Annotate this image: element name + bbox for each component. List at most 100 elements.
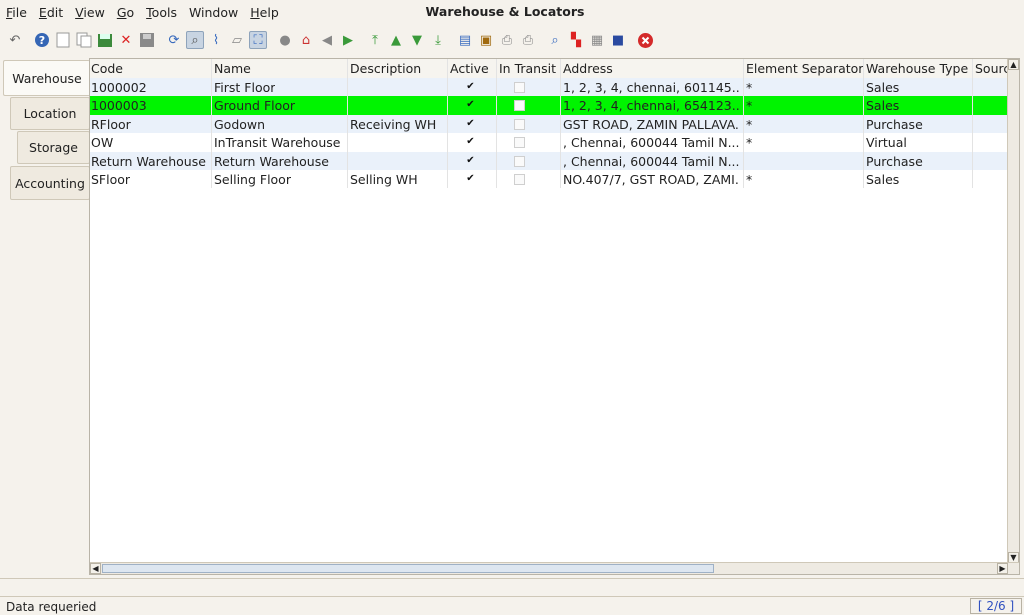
menu-window[interactable]: Window xyxy=(189,5,238,20)
col-element-separator-header[interactable]: Element Separator xyxy=(746,61,863,76)
table-row[interactable]: 1000003 Ground Floor 1, 2, 3, 4, chennai, … xyxy=(90,96,1008,115)
archive-icon[interactable]: ▣ xyxy=(477,31,495,49)
new-record-icon[interactable] xyxy=(54,31,72,49)
col-address-cell[interactable]: , Chennai, 600044 Tamil N... xyxy=(563,154,739,169)
record-counter[interactable]: [ 2/6 ] xyxy=(970,598,1022,614)
menu-go[interactable]: Go xyxy=(117,5,134,20)
col-warehouse-type-cell[interactable]: Purchase xyxy=(866,154,923,169)
col-address-cell[interactable]: GST ROAD, ZAMIN PALLAVA... xyxy=(563,117,739,132)
menu-help[interactable]: Help xyxy=(250,5,279,20)
undo-icon[interactable]: ↶ xyxy=(6,31,24,49)
col-address-cell[interactable]: , Chennai, 600044 Tamil N... xyxy=(563,135,739,150)
col-name-cell[interactable]: Godown xyxy=(214,117,265,132)
col-code-cell[interactable]: 1000003 xyxy=(91,98,147,113)
refresh-icon[interactable]: ⟳ xyxy=(165,31,183,49)
help-icon[interactable]: ? xyxy=(33,31,51,49)
menu-file[interactable]: File xyxy=(6,5,27,20)
col-code-cell[interactable]: OW xyxy=(91,135,113,150)
col-name-cell[interactable]: Selling Floor xyxy=(214,172,291,187)
col-code-cell[interactable]: RFloor xyxy=(91,117,131,132)
col-warehouse-type-cell[interactable]: Virtual xyxy=(866,135,907,150)
col-in-transit-header[interactable]: In Transit xyxy=(499,61,556,76)
col-description-header[interactable]: Description xyxy=(350,61,421,76)
next-record-icon[interactable]: ▼ xyxy=(408,31,426,49)
vertical-scrollbar[interactable]: ▲ ▼ xyxy=(1007,59,1019,563)
col-warehouse-type-cell[interactable]: Sales xyxy=(866,172,899,187)
copy-record-icon[interactable] xyxy=(75,31,93,49)
col-element-separator-cell[interactable]: * xyxy=(746,135,752,150)
grid-toggle-icon[interactable]: ⛶ xyxy=(249,31,267,49)
col-in-transit-checkbox[interactable] xyxy=(514,174,525,185)
delete-icon[interactable]: ✕ xyxy=(117,31,135,49)
table-row[interactable]: 1000002 First Floor 1, 2, 3, 4, chennai, 6… xyxy=(90,78,1008,97)
col-name-cell[interactable]: Ground Floor xyxy=(214,98,295,113)
forward-icon[interactable]: ▶ xyxy=(339,31,357,49)
col-active-checkbox[interactable]: ✔ xyxy=(465,118,476,130)
tab-storage[interactable]: Storage xyxy=(17,131,90,164)
col-address-cell[interactable]: 1, 2, 3, 4, chennai, 601145... xyxy=(563,80,739,95)
col-code-cell[interactable]: Return Warehouse xyxy=(91,154,206,169)
col-element-separator-cell[interactable]: * xyxy=(746,98,752,113)
tab-location[interactable]: Location xyxy=(10,97,90,130)
report-icon[interactable]: ▤ xyxy=(456,31,474,49)
col-in-transit-checkbox[interactable] xyxy=(514,118,525,130)
col-in-transit-checkbox[interactable] xyxy=(514,100,525,112)
chat-icon[interactable]: ▱ xyxy=(228,31,246,49)
request-icon[interactable]: ▦ xyxy=(588,31,606,49)
menu-edit[interactable]: Edit xyxy=(39,5,63,20)
scroll-right-icon[interactable]: ▶ xyxy=(997,563,1008,574)
col-active-checkbox[interactable]: ✔ xyxy=(465,174,476,185)
print-preview-icon[interactable]: ⎙ xyxy=(498,31,516,49)
col-address-cell[interactable]: NO.407/7, GST ROAD, ZAMI... xyxy=(563,172,739,187)
col-element-separator-cell[interactable]: * xyxy=(746,172,752,187)
horizontal-scrollbar[interactable]: ◀ ▶ xyxy=(90,562,1019,574)
previous-record-icon[interactable]: ▲ xyxy=(387,31,405,49)
home-icon[interactable]: ⌂ xyxy=(297,31,315,49)
print-icon[interactable]: ⎙ xyxy=(519,31,537,49)
scroll-up-icon[interactable]: ▲ xyxy=(1008,59,1019,70)
col-description-cell[interactable]: Receiving WH xyxy=(350,117,436,132)
col-active-checkbox[interactable]: ✔ xyxy=(465,155,476,167)
table-row[interactable]: Return Warehouse Return Warehouse , Chenna… xyxy=(90,151,1008,171)
col-active-checkbox[interactable]: ✔ xyxy=(465,137,476,148)
last-record-icon[interactable]: ⤓ xyxy=(429,31,447,49)
history-icon[interactable]: ● xyxy=(276,31,294,49)
tab-warehouse[interactable]: Warehouse xyxy=(3,60,90,96)
col-warehouse-type-header[interactable]: Warehouse Type xyxy=(866,61,968,76)
col-address-header[interactable]: Address xyxy=(563,61,613,76)
save-icon[interactable] xyxy=(138,31,156,49)
menu-view[interactable]: View xyxy=(75,5,105,20)
col-element-separator-cell[interactable]: * xyxy=(746,117,752,132)
col-in-transit-checkbox[interactable] xyxy=(514,82,525,93)
attachment-icon[interactable]: ⌇ xyxy=(207,31,225,49)
table-row[interactable]: RFloor Godown Receiving WH GST ROAD, ZAMIN … xyxy=(90,114,1008,134)
col-code-header[interactable]: Code xyxy=(91,61,123,76)
zoom-across-icon[interactable]: ⌕ xyxy=(546,31,564,49)
scroll-left-icon[interactable]: ◀ xyxy=(90,563,101,574)
col-code-cell[interactable]: SFloor xyxy=(91,172,130,187)
col-in-transit-checkbox[interactable] xyxy=(514,155,525,167)
close-window-icon[interactable] xyxy=(636,31,654,49)
col-warehouse-type-cell[interactable]: Sales xyxy=(866,80,899,95)
col-element-separator-cell[interactable]: * xyxy=(746,80,752,95)
col-name-header[interactable]: Name xyxy=(214,61,251,76)
workflow-icon[interactable]: ▚ xyxy=(567,31,585,49)
col-active-checkbox[interactable]: ✔ xyxy=(465,82,476,93)
col-name-cell[interactable]: Return Warehouse xyxy=(214,154,329,169)
col-description-cell[interactable]: Selling WH xyxy=(350,172,418,187)
col-name-cell[interactable]: InTransit Warehouse xyxy=(214,135,340,150)
back-icon[interactable]: ◀ xyxy=(318,31,336,49)
col-warehouse-type-cell[interactable]: Purchase xyxy=(866,117,923,132)
first-record-icon[interactable]: ⤒ xyxy=(366,31,384,49)
table-row[interactable]: OW InTransit Warehouse , Chennai, 600044 T… xyxy=(90,133,1008,152)
col-active-checkbox[interactable]: ✔ xyxy=(465,100,476,111)
menu-tools[interactable]: Tools xyxy=(146,5,177,20)
col-name-cell[interactable]: First Floor xyxy=(214,80,275,95)
horizontal-scroll-thumb[interactable] xyxy=(102,564,714,573)
save-new-icon[interactable] xyxy=(96,31,114,49)
col-warehouse-type-cell[interactable]: Sales xyxy=(866,98,899,113)
col-in-transit-checkbox[interactable] xyxy=(514,137,525,149)
product-info-icon[interactable]: ■ xyxy=(609,31,627,49)
col-address-cell[interactable]: 1, 2, 3, 4, chennai, 654123... xyxy=(563,98,739,113)
col-active-header[interactable]: Active xyxy=(450,61,489,76)
